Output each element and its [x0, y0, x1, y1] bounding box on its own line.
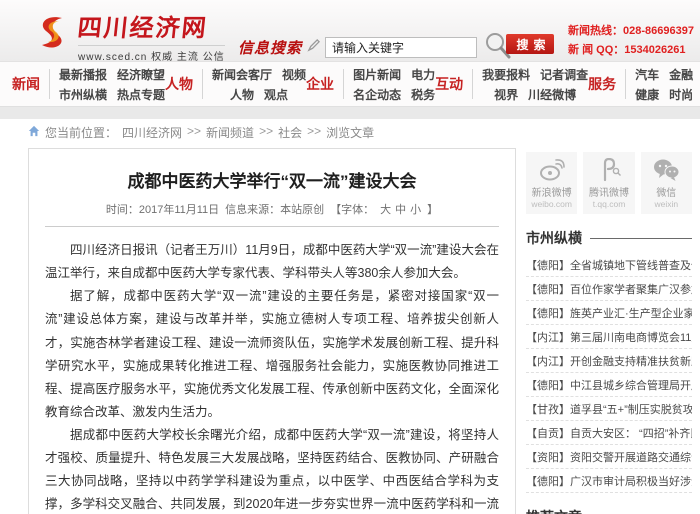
- site-header: 四川经济网 www.sced.cn 权威 主流 公信 信息搜索 搜索 新闻热线：…: [0, 0, 700, 62]
- news-list-item[interactable]: 【内江】第三届川南电商博览会11月16日内江启: [526, 325, 692, 349]
- article-source: 信息来源：本站原创: [225, 201, 324, 217]
- nav-title-people[interactable]: 人物: [165, 74, 193, 94]
- nav-link[interactable]: 图片新闻: [353, 66, 401, 83]
- nav-group-news: 新闻 最新播报经济瞭望 市州纵横热点专题: [12, 66, 165, 103]
- city-news-list: 【德阳】全省城镇地下管线普查及信息系统建设【德阳】百位作家学者聚集广汉参加“三星…: [526, 253, 692, 493]
- nav-link[interactable]: 热点专题: [117, 86, 165, 103]
- article-meta: 时间：2017年11月11日 信息来源：本站原创 【字体： 大中小 】: [45, 201, 499, 227]
- article-panel: 成都中医药大学举行“双一流”建设大会 时间：2017年11月11日 信息来源：本…: [28, 148, 516, 514]
- nav-link[interactable]: 观点: [264, 86, 288, 103]
- nav-divider: [625, 69, 626, 99]
- nav-group-enterprise: 企业 图片新闻电力 名企动态税务: [306, 66, 435, 103]
- article-time: 时间：2017年11月11日: [106, 201, 219, 217]
- site-name: 四川经济网: [76, 8, 226, 43]
- site-slogan: www.sced.cn 权威 主流 公信: [78, 45, 225, 63]
- news-list-item[interactable]: 【德阳】广汉市审计局积极当好涉企收费权力运: [526, 469, 692, 493]
- breadcrumb: 您当前位置： 四川经济网 >> 新闻频道 >> 社会 >> 浏览文章: [0, 119, 700, 146]
- sidebar-recommend-title: 推荐文章: [526, 507, 582, 514]
- article-paragraph: 据了解，成都中医药大学“双一流”建设的主要任务是，紧密对接国家“双一流”建设总体…: [45, 285, 499, 424]
- nav-divider: [343, 69, 344, 99]
- share-tencent-weibo[interactable]: 腾讯微博 t.qq.com: [583, 152, 634, 214]
- nav-link[interactable]: 电力: [411, 66, 435, 83]
- search-button[interactable]: 搜索: [506, 34, 554, 54]
- news-list-item[interactable]: 【甘孜】道孚县“五+”制压实脱贫攻一线责任: [526, 397, 692, 421]
- breadcrumb-link[interactable]: 社会: [278, 124, 302, 141]
- font-size-option[interactable]: 小: [410, 201, 421, 217]
- article-title: 成都中医药大学举行“双一流”建设大会: [45, 167, 499, 192]
- nav-link[interactable]: 视频: [282, 66, 306, 83]
- nav-divider: [202, 69, 203, 99]
- nav-title-news[interactable]: 新闻: [12, 74, 40, 94]
- font-size-prefix: 【字体：: [330, 201, 374, 217]
- home-icon: [28, 125, 40, 140]
- breadcrumb-separator: >>: [187, 124, 201, 141]
- nav-link[interactable]: 最新播报: [59, 66, 107, 83]
- sidebar-news-title: 市州纵横: [526, 228, 582, 248]
- share-wechat[interactable]: 微信 weixin: [641, 152, 692, 214]
- nav-link[interactable]: 汽车: [635, 66, 659, 83]
- news-list-item[interactable]: 【德阳】中江县城乡综合管理局开展“城管榜: [526, 373, 692, 397]
- main-nav: 新闻 最新播报经济瞭望 市州纵横热点专题 人物 新闻会客厅视频 人物观点 企业 …: [0, 62, 700, 106]
- nav-group-service: 服务 汽车金融旅游教育 健康时尚三农看片: [588, 66, 700, 103]
- article-paragraph: 四川经济日报讯（记者王万川）11月9日，成都中医药大学“双一流”建设大会在温江举…: [45, 239, 499, 285]
- breadcrumb-link[interactable]: 新闻频道: [206, 124, 254, 141]
- nav-group-interact: 互动 我要报料记者调查 视界川经微博: [435, 66, 588, 103]
- font-size-suffix: 】: [427, 201, 438, 217]
- divider-band: [0, 106, 700, 119]
- nav-link[interactable]: 经济瞭望: [117, 66, 165, 83]
- wechat-icon: [641, 158, 692, 182]
- nav-divider: [49, 69, 50, 99]
- nav-title-enterprise[interactable]: 企业: [306, 74, 334, 94]
- sina-weibo-icon: [526, 158, 577, 182]
- nav-link[interactable]: 川经微博: [528, 86, 576, 103]
- social-name: 新浪微博: [526, 184, 577, 199]
- nav-divider: [472, 69, 473, 99]
- nav-title-interact[interactable]: 互动: [435, 74, 463, 94]
- social-domain: weixin: [641, 199, 692, 209]
- nav-link[interactable]: 人物: [230, 86, 254, 103]
- nav-link[interactable]: 税务: [411, 86, 435, 103]
- nav-link[interactable]: 名企动态: [353, 86, 401, 103]
- nav-group-people: 人物 新闻会客厅视频 人物观点: [165, 66, 306, 103]
- news-list-item[interactable]: 【德阳】百位作家学者聚集广汉参加“三星堆与: [526, 277, 692, 301]
- breadcrumb-link[interactable]: 浏览文章: [326, 124, 374, 141]
- tencent-weibo-icon: [583, 158, 634, 182]
- news-list-item[interactable]: 【自贡】自贡大安区： “四招”补齐民: [526, 421, 692, 445]
- nav-link[interactable]: 新闻会客厅: [212, 66, 272, 83]
- news-list-item[interactable]: 【德阳】全省城镇地下管线普查及信息系统建设: [526, 253, 692, 277]
- nav-link[interactable]: 市州纵横: [59, 86, 107, 103]
- font-size-option[interactable]: 大: [380, 201, 391, 217]
- nav-link[interactable]: 我要报料: [482, 66, 530, 83]
- site-logo[interactable]: 四川经济网 www.sced.cn 权威 主流 公信: [30, 8, 225, 63]
- social-name: 腾讯微博: [583, 184, 634, 199]
- header-rule: [590, 238, 692, 239]
- social-domain: t.qq.com: [583, 199, 634, 209]
- breadcrumb-label: 您当前位置：: [45, 124, 117, 141]
- news-list-item[interactable]: 【德阳】旌英产业汇·生产型企业家举行沙龙交: [526, 301, 692, 325]
- news-hotline: 新闻热线：028-86696397: [568, 22, 694, 41]
- dragon-logo-icon: [30, 13, 72, 58]
- sidebar: 新浪微博 weibo.com 腾讯微博 t.qq.com: [526, 148, 692, 514]
- font-size-option[interactable]: 中: [395, 201, 406, 217]
- social-domain: weibo.com: [526, 199, 577, 209]
- pen-icon: [307, 39, 320, 57]
- news-list-item[interactable]: 【资阳】资阳交警开展道路交通综合整治执勤执: [526, 445, 692, 469]
- breadcrumb-separator: >>: [307, 124, 321, 141]
- search-input[interactable]: [325, 37, 477, 58]
- news-qq: 新 闻 QQ：1534026261: [568, 41, 694, 60]
- breadcrumb-link[interactable]: 四川经济网: [122, 124, 182, 141]
- nav-link[interactable]: 记者调查: [540, 66, 588, 83]
- nav-link[interactable]: 健康: [635, 86, 659, 103]
- news-list-item[interactable]: 【内江】开创金融支持精准扶贫新路径: [526, 349, 692, 373]
- article-paragraph: 据成都中医药大学校长余曙光介绍，成都中医药大学“双一流”建设，将坚持人才强校、质…: [45, 424, 499, 514]
- article-body: 四川经济日报讯（记者王万川）11月9日，成都中医药大学“双一流”建设大会在温江举…: [45, 239, 499, 514]
- share-sina-weibo[interactable]: 新浪微博 weibo.com: [526, 152, 577, 214]
- social-name: 微信: [641, 184, 692, 199]
- breadcrumb-separator: >>: [259, 124, 273, 141]
- nav-link[interactable]: 时尚: [669, 86, 693, 103]
- nav-title-service[interactable]: 服务: [588, 74, 616, 94]
- nav-link[interactable]: 视界: [494, 86, 518, 103]
- search-label: 信息搜索: [238, 37, 302, 58]
- nav-link[interactable]: 金融: [669, 66, 693, 83]
